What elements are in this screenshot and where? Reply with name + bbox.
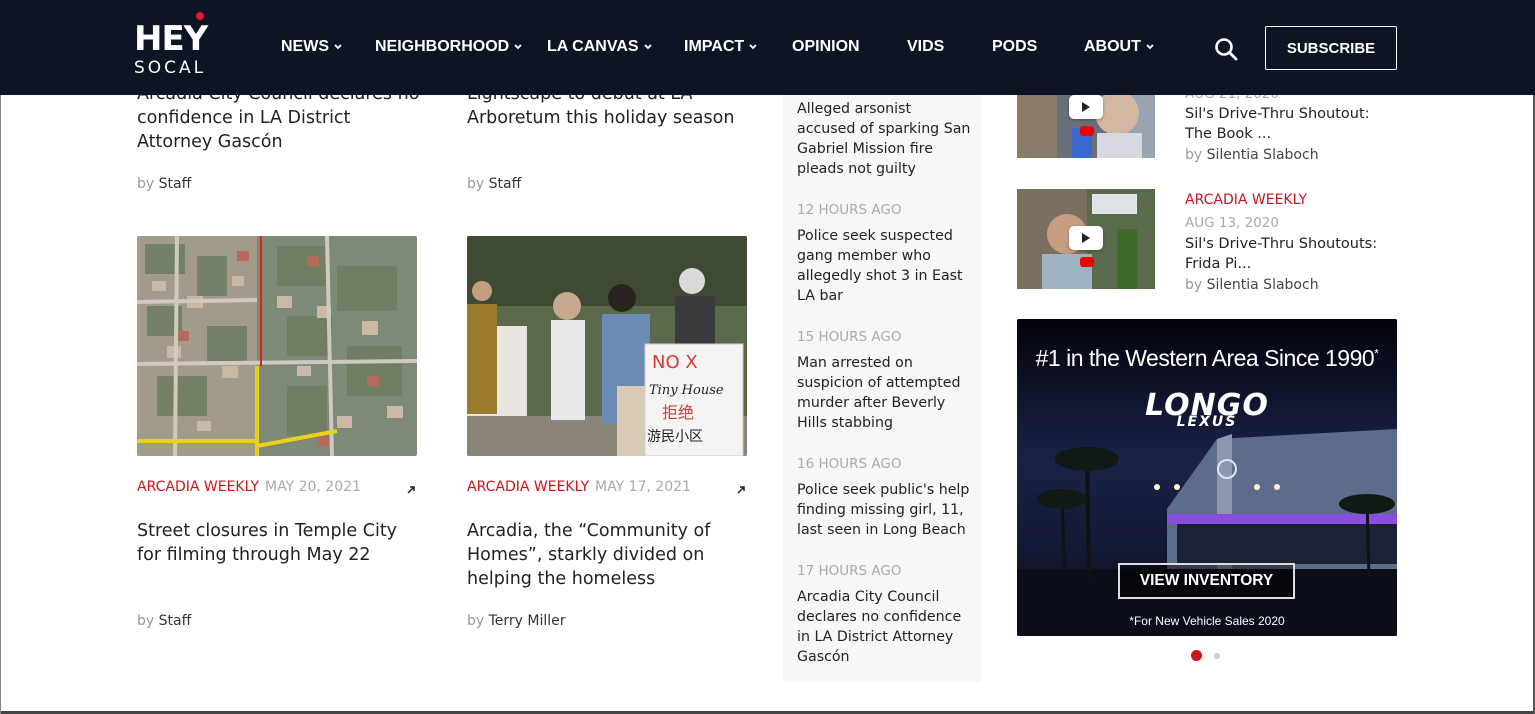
latest-item-time: 16 HOURS AGO bbox=[797, 456, 902, 472]
protest-sign-text: 拒绝 bbox=[662, 403, 694, 422]
category-link[interactable]: ARCADIA WEEKLY bbox=[467, 479, 589, 495]
share-arrow-icon[interactable] bbox=[406, 482, 416, 494]
byline-author[interactable]: Staff bbox=[159, 176, 192, 192]
latest-item-time: 12 HOURS AGO bbox=[797, 202, 902, 218]
subscribe-button[interactable]: SUBSCRIBE bbox=[1265, 26, 1397, 70]
byline-prefix: by bbox=[137, 176, 155, 192]
logo-socal: SOCAL bbox=[134, 58, 207, 78]
latest-item[interactable]: 12 HOURS AGO Police seek suspected gang … bbox=[797, 200, 973, 306]
chevron-down-icon bbox=[514, 44, 522, 50]
latest-item-title[interactable]: Arcadia City Council declares no confide… bbox=[797, 587, 973, 667]
nav-opinion[interactable]: OPINION bbox=[792, 36, 860, 58]
video-byline: by Silentia Slaboch bbox=[1185, 147, 1319, 163]
nav-la-canvas[interactable]: LA CANVAS bbox=[547, 36, 652, 58]
nav-la-canvas-label: LA CANVAS bbox=[547, 38, 639, 55]
logo-dot bbox=[196, 12, 204, 20]
article-title[interactable]: Street closures in Temple City for filmi… bbox=[137, 519, 417, 567]
article-byline: by Staff bbox=[137, 176, 191, 192]
nav-vids[interactable]: VIDS bbox=[907, 36, 944, 58]
logo-hey: HEY bbox=[134, 19, 208, 59]
nav-news[interactable]: NEWS bbox=[281, 36, 342, 58]
play-icon bbox=[1069, 226, 1103, 250]
byline-author[interactable]: Silentia Slaboch bbox=[1207, 277, 1319, 293]
advertisement-banner[interactable]: #1 in the Western Area Since 1990* LONGO… bbox=[1017, 319, 1397, 636]
article-thumbnail-map[interactable] bbox=[137, 236, 417, 456]
nav-news-label: NEWS bbox=[281, 38, 329, 55]
byline-prefix: by bbox=[1185, 277, 1203, 293]
nav-about-label: ABOUT bbox=[1084, 38, 1141, 55]
latest-item[interactable]: 17 HOURS AGO Arcadia City Council declar… bbox=[797, 561, 973, 667]
latest-item-title[interactable]: Alleged arsonist accused of sparking San… bbox=[797, 99, 973, 179]
article-thumbnail-protest[interactable]: NO X Tiny House 拒绝 游民小区 bbox=[467, 236, 747, 456]
video-date: AUG 13, 2020 bbox=[1185, 215, 1279, 231]
ad-headline: #1 in the Western Area Since 1990* bbox=[1017, 345, 1397, 372]
ad-brand-sub: LEXUS bbox=[1176, 414, 1238, 430]
protest-sign-text: NO X bbox=[652, 352, 698, 373]
article-byline: by Staff bbox=[137, 613, 191, 629]
video-category-link[interactable]: ARCADIA WEEKLY bbox=[1185, 192, 1307, 208]
nav-neighborhood-label: NEIGHBORHOOD bbox=[375, 38, 510, 55]
chevron-down-icon bbox=[334, 44, 342, 50]
byline-author[interactable]: Staff bbox=[159, 613, 192, 629]
video-title[interactable]: Sil's Drive-Thru Shoutout: The Book ... bbox=[1185, 104, 1400, 144]
nav-about[interactable]: ABOUT bbox=[1084, 36, 1154, 58]
latest-item-title[interactable]: Police seek suspected gang member who al… bbox=[797, 226, 973, 306]
nav-neighborhood[interactable]: NEIGHBORHOOD bbox=[375, 36, 522, 58]
nav-opinion-label: OPINION bbox=[792, 38, 860, 55]
byline-author[interactable]: Terry Miller bbox=[489, 613, 566, 629]
byline-prefix: by bbox=[467, 613, 485, 629]
latest-item[interactable]: Alleged arsonist accused of sparking San… bbox=[797, 99, 973, 179]
byline-prefix: by bbox=[137, 613, 155, 629]
video-title[interactable]: Sil's Drive-Thru Shoutouts: Frida Pi... bbox=[1185, 234, 1400, 274]
site-header: HEY SOCAL NEWS NEIGHBORHOOD LA CANVAS IM… bbox=[0, 0, 1535, 95]
ad-headline-footnote-mark: * bbox=[1374, 346, 1379, 361]
article-date: MAY 17, 2021 bbox=[595, 479, 691, 495]
youtube-icon bbox=[1080, 257, 1094, 267]
chevron-down-icon bbox=[643, 44, 652, 50]
window-left-border bbox=[0, 95, 1, 714]
view-inventory-button[interactable]: VIEW INVENTORY bbox=[1118, 563, 1295, 599]
nav-impact[interactable]: IMPACT bbox=[684, 36, 757, 58]
share-arrow-icon[interactable] bbox=[736, 482, 746, 494]
latest-item-title[interactable]: Police seek public's help finding missin… bbox=[797, 480, 973, 540]
latest-item-title[interactable]: Man arrested on suspicion of attempted m… bbox=[797, 353, 973, 433]
byline-author[interactable]: Silentia Slaboch bbox=[1207, 147, 1319, 163]
chevron-down-icon bbox=[1146, 44, 1154, 50]
protest-sign-text: 游民小区 bbox=[647, 429, 703, 445]
nav-impact-label: IMPACT bbox=[684, 38, 745, 55]
search-icon[interactable] bbox=[1214, 37, 1238, 61]
byline-prefix: by bbox=[1185, 147, 1203, 163]
nav-pods[interactable]: PODS bbox=[992, 36, 1037, 58]
latest-item-time: 15 HOURS AGO bbox=[797, 329, 902, 345]
article-byline: by Staff bbox=[467, 176, 521, 192]
video-thumbnail[interactable] bbox=[1017, 189, 1155, 289]
article-date: MAY 20, 2021 bbox=[265, 479, 361, 495]
site-logo[interactable]: HEY SOCAL bbox=[134, 12, 216, 80]
nav-pods-label: PODS bbox=[992, 38, 1038, 55]
latest-news-panel: Alleged arsonist accused of sparking San… bbox=[783, 95, 981, 682]
latest-item[interactable]: 15 HOURS AGO Man arrested on suspicion o… bbox=[797, 327, 973, 433]
byline-prefix: by bbox=[467, 176, 485, 192]
youtube-icon bbox=[1080, 126, 1094, 136]
carousel-dot-active[interactable] bbox=[1191, 650, 1202, 661]
ad-headline-text: #1 in the Western Area Since 1990 bbox=[1035, 345, 1375, 371]
article-byline: by Terry Miller bbox=[467, 613, 566, 629]
latest-item[interactable]: 16 HOURS AGO Police seek public's help f… bbox=[797, 454, 973, 540]
ad-footnote: *For New Vehicle Sales 2020 bbox=[1129, 614, 1285, 628]
category-link[interactable]: ARCADIA WEEKLY bbox=[137, 479, 259, 495]
protest-sign-text: Tiny House bbox=[649, 383, 724, 398]
article-title[interactable]: Arcadia, the “Community of Homes”, stark… bbox=[467, 519, 752, 591]
play-icon bbox=[1069, 95, 1103, 119]
latest-item-time: 17 HOURS AGO bbox=[797, 563, 902, 579]
carousel-dot[interactable] bbox=[1214, 653, 1220, 659]
video-byline: by Silentia Slaboch bbox=[1185, 277, 1319, 293]
nav-vids-label: VIDS bbox=[907, 38, 945, 55]
byline-author[interactable]: Staff bbox=[489, 176, 522, 192]
chevron-down-icon bbox=[749, 44, 757, 50]
